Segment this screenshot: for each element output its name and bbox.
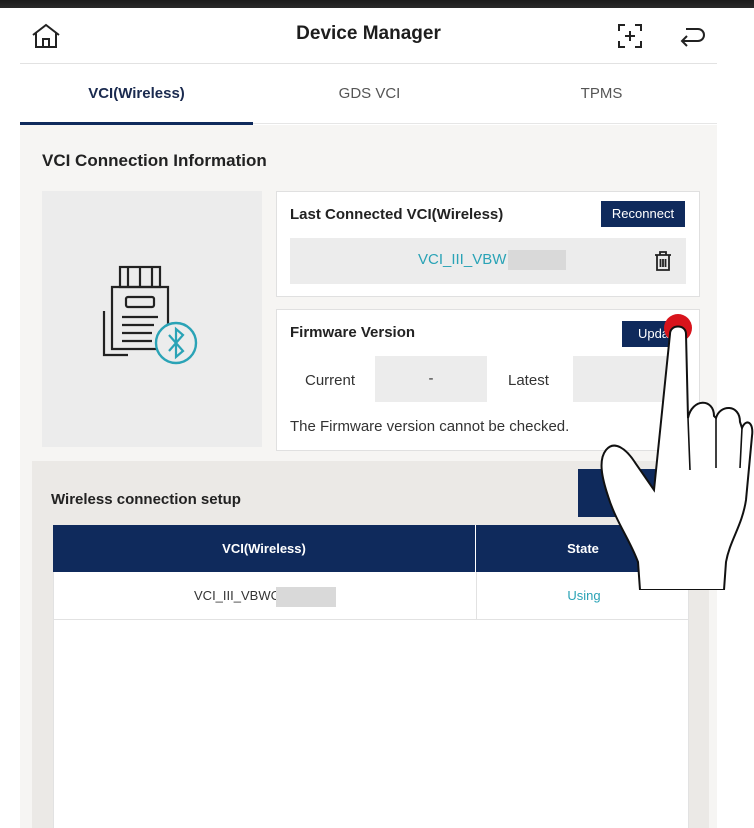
firmware-latest-label: Latest [508, 372, 549, 389]
wireless-setup-title: Wireless connection setup [51, 491, 241, 508]
last-connected-card: Last Connected VCI(Wireless) Reconnect V… [276, 191, 700, 297]
main-content: VCI Connection Information Last Connecte… [20, 125, 717, 828]
device-manager-app: Device Manager VCI(Wireless) GDS VCI TPM… [20, 8, 717, 828]
column-header-state: State [567, 541, 599, 556]
last-connected-device-name: VCI_III_VBW [418, 251, 507, 268]
redacted-serial [275, 586, 336, 607]
tab-tpms[interactable]: TPMS [486, 64, 717, 124]
firmware-latest-value [573, 356, 685, 402]
redacted-serial [508, 250, 566, 270]
scan-add-icon[interactable] [616, 22, 644, 50]
obd-bluetooth-icon [102, 265, 198, 365]
firmware-message: The Firmware version cannot be checked. [290, 418, 570, 435]
table-empty-area [53, 620, 689, 828]
tab-bar: VCI(Wireless) GDS VCI TPMS [20, 64, 717, 125]
tab-vci-wireless[interactable]: VCI(Wireless) [20, 64, 253, 124]
wireless-setup-section: Wireless connection setup Searc VCI(Wire… [32, 461, 709, 828]
search-button[interactable]: Searc [578, 469, 709, 517]
wireless-setup-panel: Wireless connection setup Searc VCI(Wire… [32, 461, 709, 828]
reconnect-button[interactable]: Reconnect [601, 201, 685, 227]
firmware-current-value: - [375, 356, 487, 402]
device-image-panel [42, 191, 262, 447]
last-connected-title: Last Connected VCI(Wireless) [290, 206, 504, 223]
firmware-current-label: Current [305, 372, 356, 389]
page-title: Device Manager [296, 23, 441, 44]
table-header: VCI(Wireless) State [53, 525, 689, 572]
vci-table: VCI(Wireless) State VCI_III_VBWC Using [53, 525, 689, 828]
trash-icon[interactable] [652, 250, 674, 277]
table-row[interactable]: VCI_III_VBWC Using [53, 572, 689, 620]
column-header-vci: VCI(Wireless) [53, 525, 476, 572]
cell-vci-name: VCI_III_VBWC [54, 572, 477, 620]
cell-state: Using [567, 588, 601, 603]
section-title: VCI Connection Information [42, 151, 267, 170]
firmware-title: Firmware Version [290, 324, 416, 341]
header-bar: Device Manager [20, 8, 717, 64]
top-bezel [0, 0, 754, 8]
update-button[interactable]: Upda [622, 321, 685, 347]
firmware-card: Firmware Version Upda Current - Latest T… [276, 309, 700, 451]
tab-gds-vci[interactable]: GDS VCI [253, 64, 486, 124]
last-connected-device: VCI_III_VBW [290, 238, 686, 284]
back-return-icon[interactable] [676, 22, 706, 50]
right-margin [717, 8, 754, 828]
vci-name-text: VCI_III_VBWC [194, 588, 280, 603]
